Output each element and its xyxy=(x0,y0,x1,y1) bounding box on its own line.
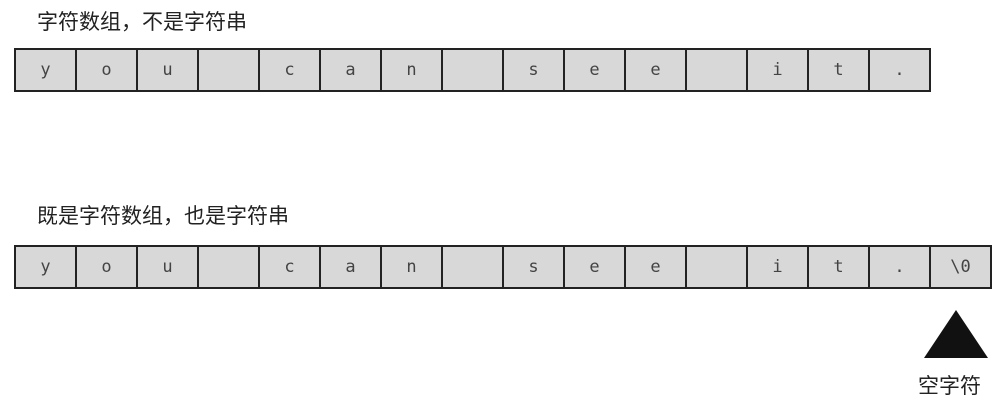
array-cell xyxy=(687,247,748,287)
array-cell: o xyxy=(77,247,138,287)
pointer-triangle-icon xyxy=(924,310,988,358)
array-cell xyxy=(199,50,260,90)
string-row: you can see i t. \0 xyxy=(14,245,992,289)
char-array-row: you can see it. xyxy=(14,48,931,92)
array-cell xyxy=(199,247,260,287)
char-array-title: 字符数组，不是字符串 xyxy=(37,10,247,34)
array-cell: n xyxy=(382,247,443,287)
array-cell: c xyxy=(260,247,321,287)
array-cell: . xyxy=(894,60,905,80)
array-cell: e xyxy=(565,50,626,90)
array-cell: u xyxy=(138,247,199,287)
array-cell xyxy=(443,50,504,90)
string-title: 既是字符数组，也是字符串 xyxy=(37,204,289,228)
array-cell xyxy=(443,247,504,287)
array-cell: o xyxy=(77,50,138,90)
array-cell: e xyxy=(626,247,687,287)
array-cell: c xyxy=(260,50,321,90)
array-cell: \0 xyxy=(950,257,971,277)
array-cell: y xyxy=(16,247,77,287)
null-char-label: 空字符 xyxy=(918,374,981,398)
array-cell: y xyxy=(16,50,77,90)
array-cell: e xyxy=(565,247,626,287)
array-cell: s xyxy=(504,247,565,287)
array-cell: e xyxy=(626,50,687,90)
array-cell xyxy=(687,50,748,90)
array-cell: . xyxy=(870,247,931,287)
array-cell: s xyxy=(504,50,565,90)
array-cell: t xyxy=(809,247,870,287)
array-cell: a xyxy=(321,247,382,287)
array-cell: t xyxy=(809,50,870,90)
diagram-canvas: 字符数组，不是字符串 you can see it. 既是字符数组，也是字符串 … xyxy=(0,0,1007,405)
array-cell: a xyxy=(321,50,382,90)
array-cell: u xyxy=(138,50,199,90)
array-cell: i xyxy=(748,50,809,90)
array-cell: i xyxy=(748,247,809,287)
array-cell: n xyxy=(382,50,443,90)
